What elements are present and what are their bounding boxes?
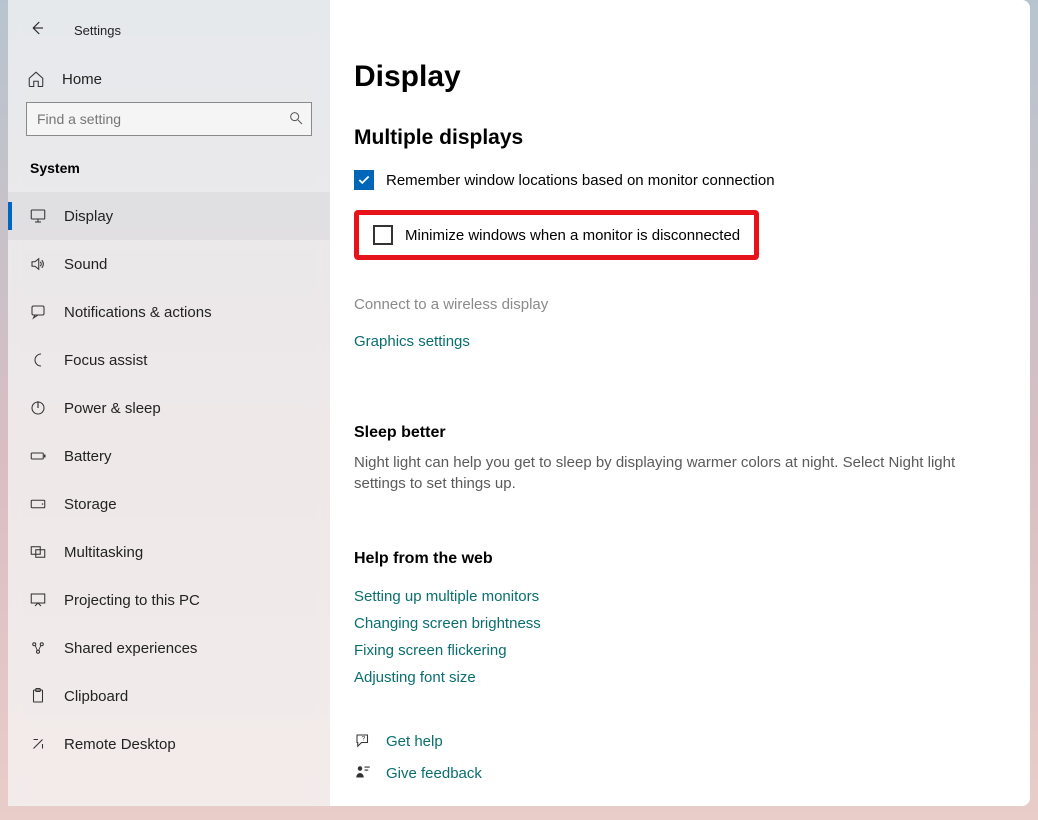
help-link[interactable]: Setting up multiple monitors [354, 588, 1006, 605]
nav-item-label: Focus assist [64, 352, 147, 369]
clipboard-icon [28, 687, 48, 705]
nav-item-remote[interactable]: Remote Desktop [8, 720, 330, 768]
nav-item-shared[interactable]: Shared experiences [8, 624, 330, 672]
display-icon [28, 207, 48, 225]
svg-text:?: ? [362, 735, 366, 742]
search-icon [288, 110, 304, 131]
give-feedback-row[interactable]: Give feedback [354, 764, 1006, 782]
multitasking-icon [28, 543, 48, 561]
search-input[interactable] [26, 102, 312, 136]
nav-item-notifications[interactable]: Notifications & actions [8, 288, 330, 336]
search-wrap [26, 102, 312, 136]
sleep-better-heading: Sleep better [354, 424, 1006, 442]
nav-item-label: Remote Desktop [64, 736, 176, 753]
help-link[interactable]: Adjusting font size [354, 669, 1006, 686]
settings-window: Settings Home System Display Sound Notific… [8, 0, 1030, 806]
nav-item-label: Projecting to this PC [64, 592, 200, 609]
graphics-settings-link[interactable]: Graphics settings [354, 333, 1006, 350]
nav-item-label: Display [64, 208, 113, 225]
nav-item-storage[interactable]: Storage [8, 480, 330, 528]
minimize-highlight: Minimize windows when a monitor is disco… [354, 210, 759, 260]
category-label: System [8, 150, 330, 192]
give-feedback-label: Give feedback [386, 765, 482, 782]
nav-item-battery[interactable]: Battery [8, 432, 330, 480]
remember-checkbox[interactable] [354, 170, 374, 190]
header-row: Settings [8, 12, 330, 48]
nav-item-label: Storage [64, 496, 117, 513]
content-pane: Display Multiple displays Remember windo… [330, 0, 1030, 806]
nav-item-label: Battery [64, 448, 112, 465]
projecting-icon [28, 591, 48, 609]
nav-item-clipboard[interactable]: Clipboard [8, 672, 330, 720]
home-row[interactable]: Home [8, 48, 330, 102]
minimize-label: Minimize windows when a monitor is disco… [405, 227, 740, 244]
minimize-checkbox[interactable] [373, 225, 393, 245]
get-help-label: Get help [386, 733, 443, 750]
remote-icon [28, 735, 48, 753]
nav-list: Display Sound Notifications & actions Focus… [8, 192, 330, 768]
remember-window-row[interactable]: Remember window locations based on monit… [354, 170, 1006, 190]
power-icon [28, 399, 48, 417]
wireless-display-link[interactable]: Connect to a wireless display [354, 296, 1006, 313]
nav-item-label: Sound [64, 256, 107, 273]
remember-label: Remember window locations based on monit… [386, 172, 775, 189]
help-links: Setting up multiple monitors Changing scr… [354, 588, 1006, 686]
sleep-better-desc: Night light can help you get to sleep by… [354, 452, 994, 494]
home-label: Home [62, 71, 102, 88]
nav-item-label: Power & sleep [64, 400, 161, 417]
nav-item-label: Shared experiences [64, 640, 197, 657]
help-link[interactable]: Changing screen brightness [354, 615, 1006, 632]
nav-item-label: Multitasking [64, 544, 143, 561]
app-title: Settings [74, 23, 121, 38]
sound-icon [28, 255, 48, 273]
page-title: Display [354, 60, 1006, 94]
sidebar: Settings Home System Display Sound Notific… [8, 0, 330, 806]
nav-item-display[interactable]: Display [8, 192, 330, 240]
notifications-icon [28, 303, 48, 321]
focus-icon [28, 351, 48, 369]
nav-item-label: Clipboard [64, 688, 128, 705]
multiple-displays-heading: Multiple displays [354, 126, 1006, 150]
nav-item-sound[interactable]: Sound [8, 240, 330, 288]
feedback-icon [354, 764, 372, 782]
nav-item-focus[interactable]: Focus assist [8, 336, 330, 384]
help-icon: ? [354, 732, 372, 750]
nav-item-label: Notifications & actions [64, 304, 212, 321]
back-icon[interactable] [28, 19, 46, 42]
shared-icon [28, 639, 48, 657]
battery-icon [28, 447, 48, 465]
help-link[interactable]: Fixing screen flickering [354, 642, 1006, 659]
minimize-window-row[interactable]: Minimize windows when a monitor is disco… [373, 225, 740, 245]
get-help-row[interactable]: ? Get help [354, 732, 1006, 750]
storage-icon [28, 495, 48, 513]
home-icon [26, 70, 46, 88]
nav-item-multitasking[interactable]: Multitasking [8, 528, 330, 576]
nav-item-power[interactable]: Power & sleep [8, 384, 330, 432]
nav-item-projecting[interactable]: Projecting to this PC [8, 576, 330, 624]
help-from-web-heading: Help from the web [354, 550, 1006, 568]
